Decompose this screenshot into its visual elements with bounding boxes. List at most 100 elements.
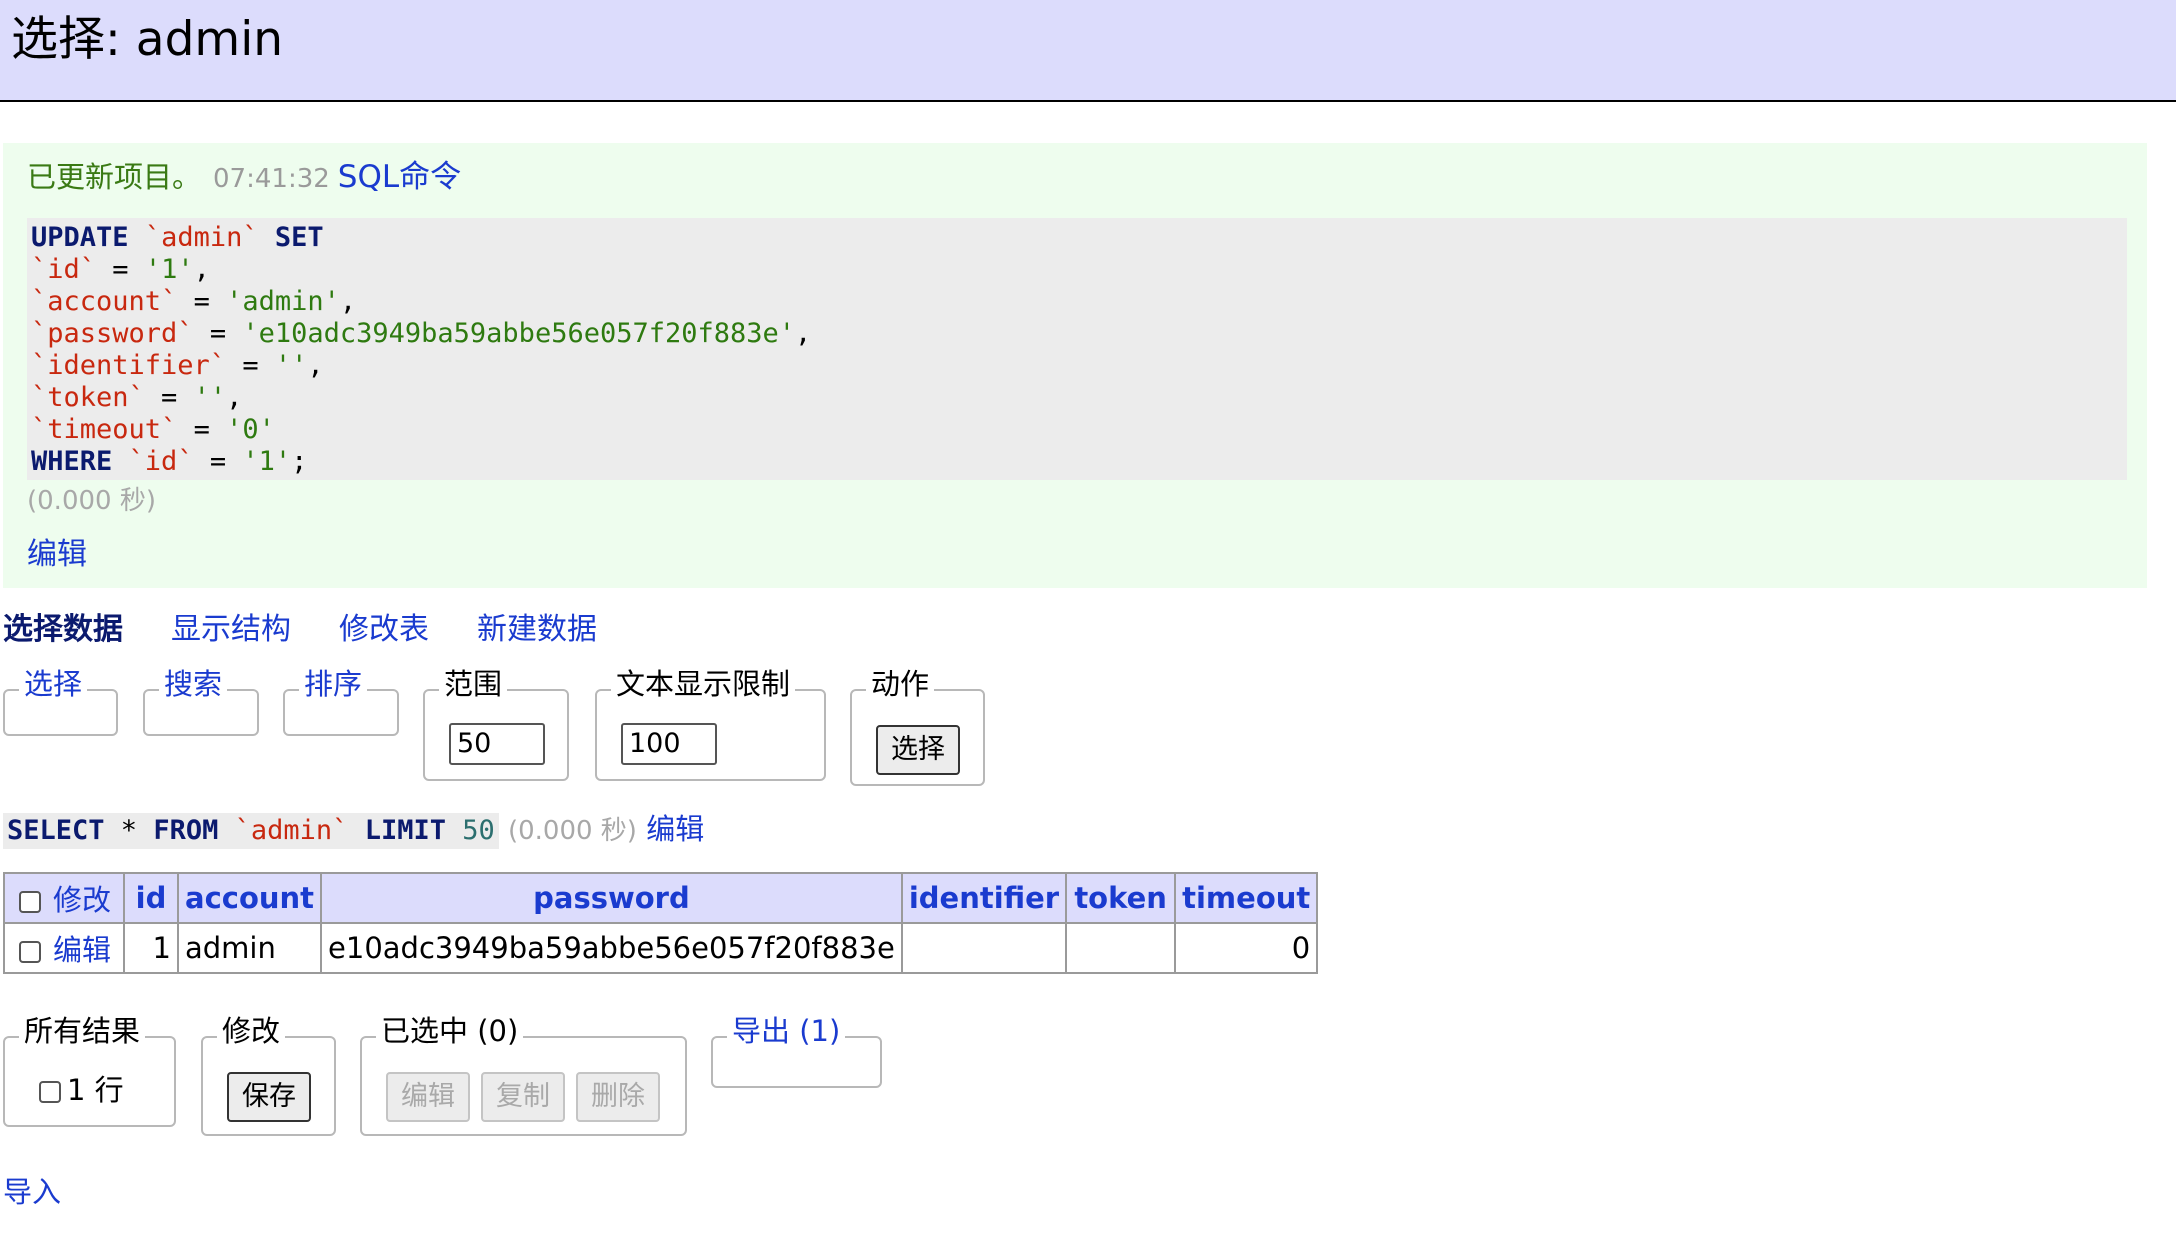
sql-limit-value: 50 (462, 815, 495, 846)
sql-operator: = (177, 286, 227, 317)
query-duration: (0.000 秒) (27, 486, 156, 516)
content-tabs: 选择数据 显示结构 修改表 新建数据 (3, 610, 645, 650)
edit-selected-button[interactable]: 编辑 (386, 1072, 470, 1122)
sql-keyword: SET (274, 222, 324, 253)
sql-keyword: FROM (153, 815, 219, 846)
row-select-cell: 编辑 (3, 922, 125, 974)
modify-legend: 修改 (217, 1011, 286, 1051)
sql-separator: , (307, 350, 324, 381)
sql-star: * (104, 815, 154, 846)
delete-selected-button[interactable]: 删除 (576, 1072, 660, 1122)
page-header: 选择: admin (0, 0, 2176, 102)
row-edit-link[interactable]: 编辑 (53, 933, 111, 967)
sql-column: `token` (31, 382, 145, 413)
sql-command-link[interactable]: SQL命令 (338, 159, 461, 195)
all-results-legend: 所有结果 (19, 1011, 146, 1051)
cell-id: 1 (123, 922, 179, 974)
export-legend[interactable]: 导出 (1) (727, 1011, 846, 1051)
cell-account: admin (176, 922, 323, 974)
save-button[interactable]: 保存 (227, 1072, 311, 1122)
sql-separator: , (193, 254, 210, 285)
rows-count-label: 1 行 (67, 1073, 124, 1107)
message-status-line: 已更新项目。 07:41:32 SQL命令 (27, 157, 461, 199)
all-results-checkbox[interactable] (39, 1081, 61, 1103)
modify-fieldset: 修改 保存 (201, 1011, 336, 1136)
sql-operator: = (193, 446, 243, 477)
sql-column: `account` (31, 286, 178, 317)
select-columns-legend[interactable]: 选择 (19, 664, 88, 704)
tab-alter-table[interactable]: 修改表 (339, 612, 429, 647)
table-row: 编辑 1 admin e10adc3949ba59abbe56e057f20f8… (3, 922, 1319, 974)
column-header-identifier[interactable]: identifier (900, 872, 1068, 924)
select-duration: (0.000 秒) (507, 816, 637, 846)
tab-show-structure[interactable]: 显示结构 (171, 612, 291, 647)
modify-header-label[interactable]: 修改 (53, 883, 111, 917)
sql-operator: = (96, 254, 145, 285)
sql-column: `password` (31, 318, 194, 349)
all-results-fieldset: 所有结果 1 行 (3, 1011, 176, 1127)
message-time: 07:41:32 (213, 164, 330, 194)
cell-identifier (900, 922, 1068, 974)
tab-select-data[interactable]: 选择数据 (3, 612, 123, 647)
sql-value: '1' (242, 446, 292, 477)
sql-keyword: WHERE (31, 446, 113, 477)
action-legend: 动作 (866, 664, 935, 704)
action-fieldset: 动作 选择 (850, 664, 985, 786)
select-all-checkbox[interactable] (19, 891, 41, 913)
column-header-token[interactable]: token (1065, 872, 1177, 924)
sort-fieldset: 排序 (283, 664, 399, 736)
import-link[interactable]: 导入 (3, 1172, 61, 1212)
status-text: 已更新项目。 (27, 160, 202, 194)
sql-operator: = (177, 414, 227, 445)
select-submit-button[interactable]: 选择 (876, 725, 960, 775)
column-header-id[interactable]: id (123, 872, 179, 924)
search-fieldset: 搜索 (143, 664, 259, 736)
edit-select-query-link[interactable]: 编辑 (646, 812, 704, 846)
sql-table: `admin` (144, 222, 259, 253)
column-header-password[interactable]: password (320, 872, 903, 924)
text-length-fieldset: 文本显示限制 100 (595, 664, 826, 781)
limit-input[interactable]: 50 (449, 723, 545, 765)
sql-code-block: UPDATE `admin` SET `id` = '1', `account`… (27, 218, 2127, 480)
sort-legend[interactable]: 排序 (299, 664, 368, 704)
update-message-box: 已更新项目。 07:41:32 SQL命令 UPDATE `admin` SET `… (3, 143, 2147, 588)
sql-terminator: ; (291, 446, 308, 477)
cell-password: e10adc3949ba59abbe56e057f20f883e (320, 922, 903, 974)
sql-operator: = (226, 350, 275, 381)
selected-fieldset: 已选中 (0) 编辑 复制 删除 (360, 1011, 687, 1136)
sql-value: '' (193, 382, 227, 413)
sql-column: `id` (128, 446, 194, 477)
text-length-legend: 文本显示限制 (611, 664, 796, 704)
cell-token (1065, 922, 1177, 974)
search-legend[interactable]: 搜索 (159, 664, 228, 704)
column-header-account[interactable]: account (176, 872, 323, 924)
executed-query-line: SELECT * FROM `admin` LIMIT 50 (0.000 秒)… (3, 811, 704, 849)
sql-value: '0' (226, 414, 275, 445)
copy-selected-button[interactable]: 复制 (481, 1072, 565, 1122)
sql-operator: = (144, 382, 194, 413)
row-checkbox[interactable] (19, 941, 41, 963)
tab-new-item[interactable]: 新建数据 (477, 612, 597, 647)
sql-value: 'e10adc3949ba59abbe56e057f20f883e' (242, 318, 796, 349)
sql-value: '1' (144, 254, 194, 285)
sql-keyword: UPDATE (31, 222, 129, 253)
table-header-row: 修改 id account password identifier token … (3, 872, 1319, 924)
result-table: 修改 id account password identifier token … (3, 872, 1319, 974)
sql-keyword: SELECT (7, 815, 105, 846)
column-header-timeout[interactable]: timeout (1174, 872, 1319, 924)
select-query-code: SELECT * FROM `admin` LIMIT 50 (3, 813, 499, 849)
edit-query-link[interactable]: 编辑 (27, 535, 87, 575)
text-length-input[interactable]: 100 (621, 723, 717, 765)
sql-separator: , (339, 286, 357, 317)
selected-legend: 已选中 (0) (376, 1011, 524, 1051)
sql-keyword: LIMIT (364, 815, 446, 846)
cell-timeout: 0 (1174, 922, 1319, 974)
sql-column: `identifier` (31, 350, 227, 381)
sql-column: `id` (31, 254, 97, 285)
sql-separator: , (795, 318, 812, 349)
sql-operator: = (193, 318, 243, 349)
sql-separator: , (226, 382, 243, 413)
sql-value: '' (274, 350, 308, 381)
header-modify-cell: 修改 (3, 872, 125, 924)
page-title: 选择: admin (11, 12, 284, 67)
